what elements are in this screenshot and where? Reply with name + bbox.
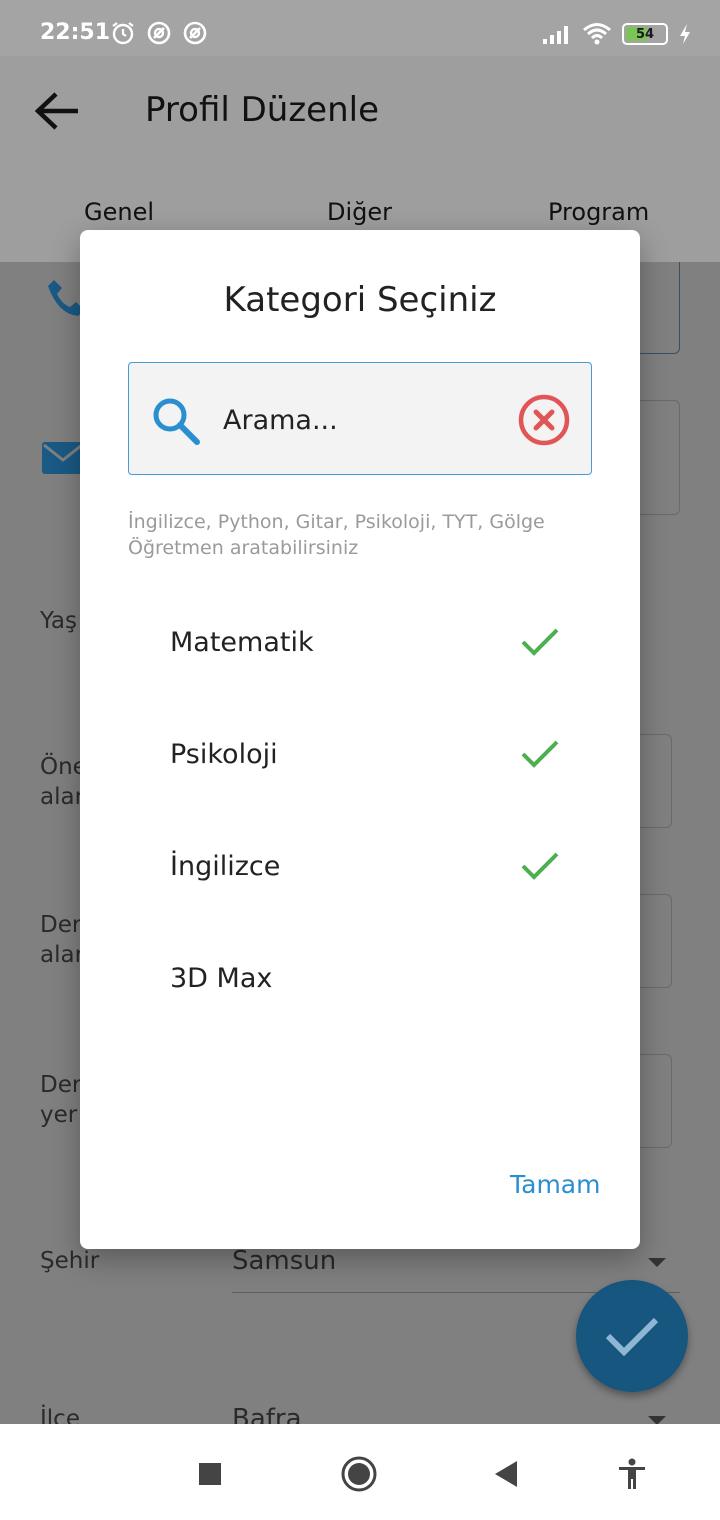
district-dropdown-icon[interactable]	[648, 1416, 666, 1424]
category-item-ingilizce[interactable]: İngilizce	[170, 831, 560, 901]
city-dropdown-icon[interactable]	[648, 1258, 666, 1267]
signal-icon	[543, 26, 568, 44]
city-label: Şehir	[40, 1248, 100, 1274]
square-icon	[199, 1463, 221, 1485]
age-label: Yaş	[40, 608, 77, 634]
check-icon	[521, 628, 559, 656]
charging-icon	[680, 24, 690, 44]
arrow-left-icon[interactable]	[32, 88, 82, 134]
category-label: 3D Max	[170, 962, 273, 994]
wifi-icon	[583, 23, 611, 45]
category-dialog: Kategori Seçiniz İngilizce, Python, Gita…	[80, 230, 640, 1249]
city-value[interactable]: Samsun	[232, 1246, 336, 1276]
status-time: 22:51	[40, 20, 111, 45]
check-icon	[521, 740, 559, 768]
lesson-areas-label-2: alar	[40, 942, 85, 968]
alarm-icon	[112, 22, 134, 45]
category-item-matematik[interactable]: Matematik	[170, 607, 560, 677]
notification-icon	[147, 21, 171, 45]
search-box[interactable]	[128, 362, 592, 475]
home-button[interactable]	[339, 1454, 379, 1494]
dialog-title: Kategori Seçiniz	[223, 280, 497, 320]
district-label: İlçe	[40, 1406, 80, 1424]
navigation-bar	[0, 1424, 720, 1520]
page-title: Profil Düzenle	[145, 90, 380, 130]
accessibility-button[interactable]	[612, 1454, 652, 1494]
clear-search-icon[interactable]	[517, 393, 571, 447]
category-label: Matematik	[170, 626, 314, 658]
save-fab-button[interactable]	[576, 1280, 688, 1392]
category-item-psikoloji[interactable]: Psikoloji	[170, 719, 560, 789]
accessibility-icon	[619, 1458, 645, 1489]
category-item-3d-max[interactable]: 3D Max	[170, 943, 560, 1013]
search-input[interactable]	[223, 399, 503, 441]
lesson-place-label-2: yer	[40, 1102, 78, 1128]
search-hint: İngilizce, Python, Gitar, Psikoloji, TYT…	[128, 511, 545, 559]
check-icon	[521, 852, 559, 880]
lesson-areas-label-1: Der	[40, 912, 82, 938]
check-icon	[605, 1317, 659, 1357]
ok-button[interactable]: Tamam	[510, 1170, 600, 1199]
triangle-back-icon	[495, 1461, 517, 1487]
circle-icon	[341, 1456, 377, 1492]
district-value[interactable]: Bafra	[232, 1404, 302, 1424]
back-button[interactable]	[486, 1454, 526, 1494]
search-icon	[153, 398, 200, 445]
battery-icon: 54	[622, 23, 668, 45]
status-bar: 22:51 54	[0, 0, 720, 56]
lesson-place-label-1: Der	[40, 1072, 82, 1098]
notification-icon	[183, 21, 207, 45]
tab-diger[interactable]: Diğer	[327, 198, 392, 226]
recents-button[interactable]	[190, 1454, 230, 1494]
email-icon	[42, 442, 84, 474]
category-label: Psikoloji	[170, 738, 278, 770]
category-label: İngilizce	[170, 850, 281, 882]
battery-level: 54	[635, 26, 655, 42]
tab-genel[interactable]: Genel	[84, 198, 154, 226]
status-icons-right: 54	[542, 22, 692, 46]
status-icons-left	[110, 20, 208, 46]
tab-program[interactable]: Program	[548, 198, 649, 226]
prev-areas-label-2: alar	[40, 784, 85, 810]
